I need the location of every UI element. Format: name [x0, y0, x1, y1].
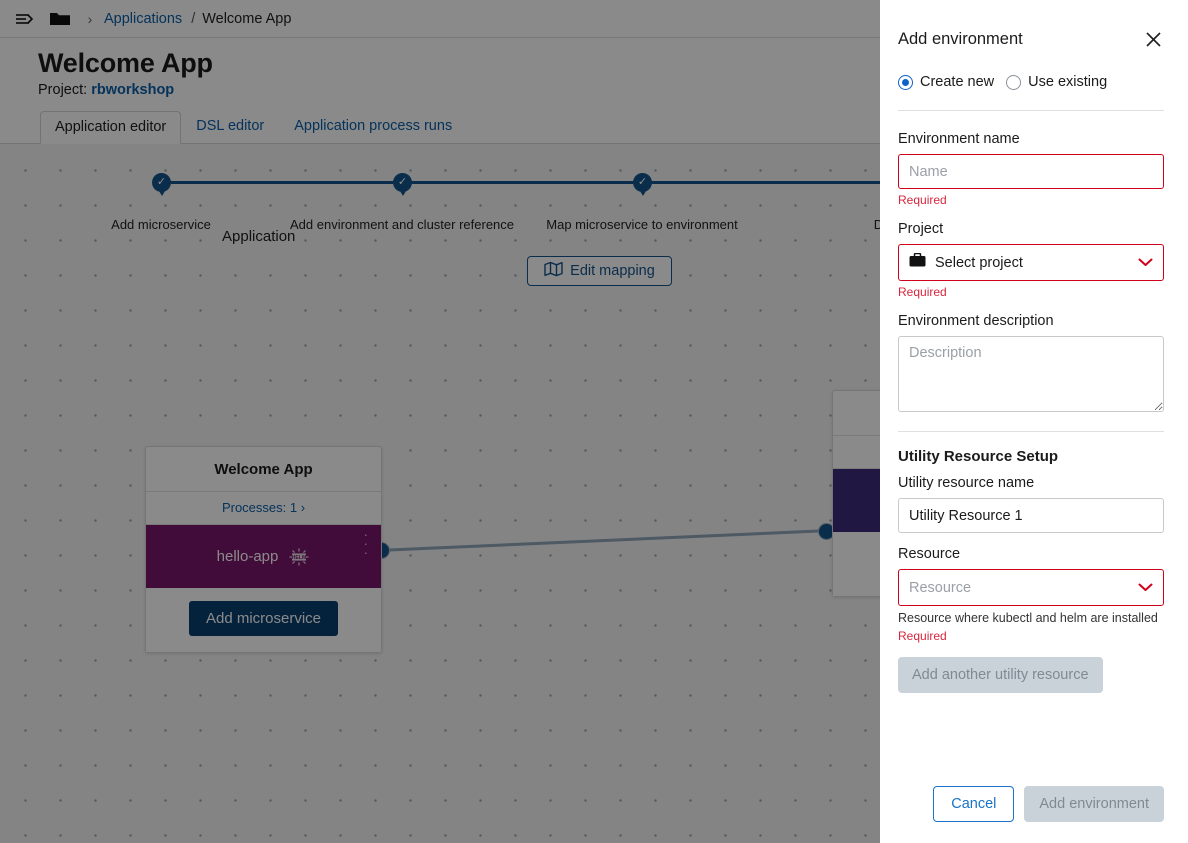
radio-create-new-dot[interactable]	[898, 74, 913, 90]
environment-mode-radio-group: Create new Use existing	[898, 74, 1164, 90]
panel-divider-utility	[898, 431, 1164, 432]
panel-divider-top	[898, 110, 1164, 111]
resource-label: Resource	[898, 546, 961, 562]
briefcase-icon	[909, 252, 926, 272]
chevron-down-icon	[1138, 580, 1153, 595]
panel-header: Add environment	[898, 28, 1164, 50]
utility-resource-section: Utility Resource Setup Utility resource …	[898, 448, 1164, 693]
radio-create-new-label: Create new	[920, 74, 995, 90]
cancel-button[interactable]: Cancel	[933, 786, 1015, 822]
resource-select-value: Resource	[909, 579, 972, 596]
utility-resource-name-label: Utility resource name	[898, 475, 1035, 491]
chevron-down-icon	[1138, 255, 1153, 270]
environment-name-field: Environment name Required	[898, 131, 1164, 207]
radio-use-existing-label: Use existing	[1028, 74, 1108, 90]
add-environment-panel: Add environment Create new Use existing …	[880, 0, 1188, 843]
resource-error: Required	[898, 629, 947, 643]
utility-resource-name-input[interactable]	[898, 498, 1164, 533]
environment-description-textarea[interactable]	[898, 336, 1164, 412]
environment-description-field: Environment description	[898, 313, 1164, 417]
environment-name-label: Environment name	[898, 131, 1020, 147]
panel-title: Add environment	[898, 29, 1023, 48]
resource-hint: Resource where kubectl and helm are inst…	[898, 611, 1158, 625]
radio-use-existing[interactable]: Use existing	[1006, 74, 1107, 90]
environment-name-error: Required	[898, 193, 947, 207]
resource-select[interactable]: Resource	[898, 569, 1164, 606]
panel-body: Add environment Create new Use existing …	[880, 0, 1188, 765]
add-another-utility-resource-button[interactable]: Add another utility resource	[898, 657, 1103, 693]
add-environment-button[interactable]: Add environment	[1024, 786, 1164, 822]
project-label: Project	[898, 221, 944, 237]
environment-description-label: Environment description	[898, 313, 1054, 329]
panel-footer: Cancel Add environment	[880, 765, 1188, 843]
project-field: Project Select project Required	[898, 221, 1164, 299]
project-select[interactable]: Select project	[898, 244, 1164, 281]
radio-create-new[interactable]: Create new	[898, 74, 994, 90]
project-select-value: Select project	[935, 254, 1023, 271]
environment-name-input[interactable]	[898, 154, 1164, 189]
close-icon[interactable]	[1142, 28, 1164, 50]
project-error: Required	[898, 285, 947, 299]
radio-use-existing-dot[interactable]	[1006, 74, 1022, 90]
utility-section-title: Utility Resource Setup	[898, 448, 1059, 465]
